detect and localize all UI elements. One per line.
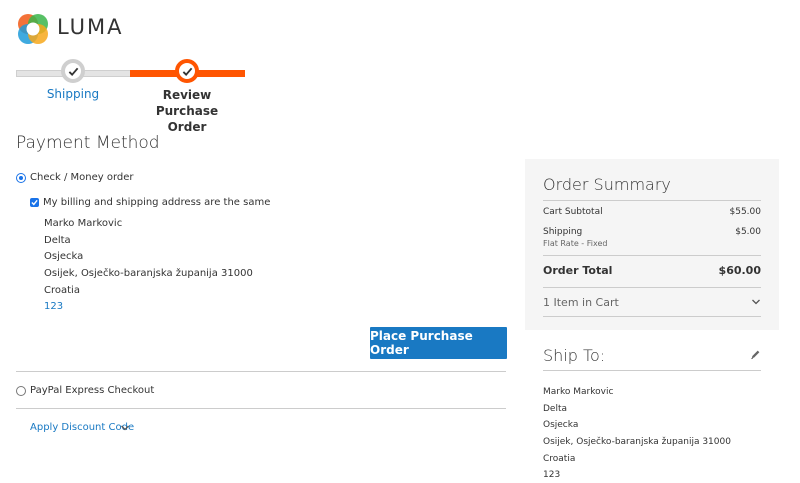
step-review-marker: [175, 59, 199, 83]
check-money-order-label[interactable]: Check / Money order: [30, 172, 134, 183]
ship-to-country: Croatia: [543, 454, 576, 464]
billing-same-checkbox[interactable]: [30, 198, 39, 207]
ship-to-phone-link[interactable]: 123: [543, 470, 560, 480]
billing-name: Marko Markovic: [44, 218, 123, 229]
apply-discount-code-link[interactable]: Apply Discount Code: [30, 422, 134, 433]
step-shipping-marker: [61, 59, 85, 83]
billing-phone-link[interactable]: 123: [44, 301, 63, 312]
order-summary-title: Order Summary: [543, 175, 671, 194]
ship-to-street: Osjecka: [543, 420, 579, 430]
paypal-express-radio[interactable]: [16, 386, 26, 396]
cart-subtotal-label: Cart Subtotal: [543, 207, 603, 217]
ship-to-title: Ship To:: [543, 346, 606, 365]
ship-to-city-region-zip: Osijek, Osječko-baranjska županija 31000: [543, 437, 731, 447]
paypal-express-label[interactable]: PayPal Express Checkout: [30, 385, 154, 396]
luma-logo-icon[interactable]: [16, 12, 50, 46]
brand-name[interactable]: LUMA: [57, 15, 124, 39]
place-purchase-order-button[interactable]: Place Purchase Order: [370, 327, 507, 359]
divider: [543, 200, 761, 201]
divider: [16, 408, 506, 409]
order-total-label: Order Total: [543, 264, 613, 277]
order-total-value: $60.00: [718, 264, 761, 277]
step-shipping-link[interactable]: Shipping: [30, 87, 116, 101]
chevron-down-icon[interactable]: [751, 297, 761, 307]
billing-street: Osjecka: [44, 251, 84, 262]
step-review-label: Review Purchase Order: [155, 88, 219, 134]
billing-city-region-zip: Osijek, Osječko-baranjska županija 31000: [44, 268, 253, 279]
ship-to-name: Marko Markovic: [543, 387, 614, 397]
check-icon: [182, 67, 192, 76]
payment-method-title: Payment Method: [16, 133, 160, 153]
check-icon: [68, 67, 78, 76]
billing-same-label[interactable]: My billing and shipping address are the …: [43, 197, 270, 208]
pencil-icon[interactable]: [750, 349, 761, 360]
ship-to-company: Delta: [543, 404, 568, 414]
billing-company: Delta: [44, 235, 71, 246]
shipping-label: Shipping: [543, 227, 583, 237]
billing-country: Croatia: [44, 285, 80, 296]
items-in-cart-toggle[interactable]: 1 Item in Cart: [543, 296, 619, 309]
shipping-value: $5.00: [735, 227, 761, 237]
divider: [543, 287, 761, 288]
cart-subtotal-value: $55.00: [729, 207, 762, 217]
divider: [543, 255, 761, 256]
divider: [543, 370, 761, 371]
check-icon: [31, 199, 38, 206]
divider: [543, 316, 761, 317]
divider: [16, 371, 506, 372]
chevron-down-icon[interactable]: [120, 423, 130, 433]
shipping-method-label: Flat Rate - Fixed: [543, 239, 608, 248]
check-money-order-radio[interactable]: [16, 173, 26, 183]
